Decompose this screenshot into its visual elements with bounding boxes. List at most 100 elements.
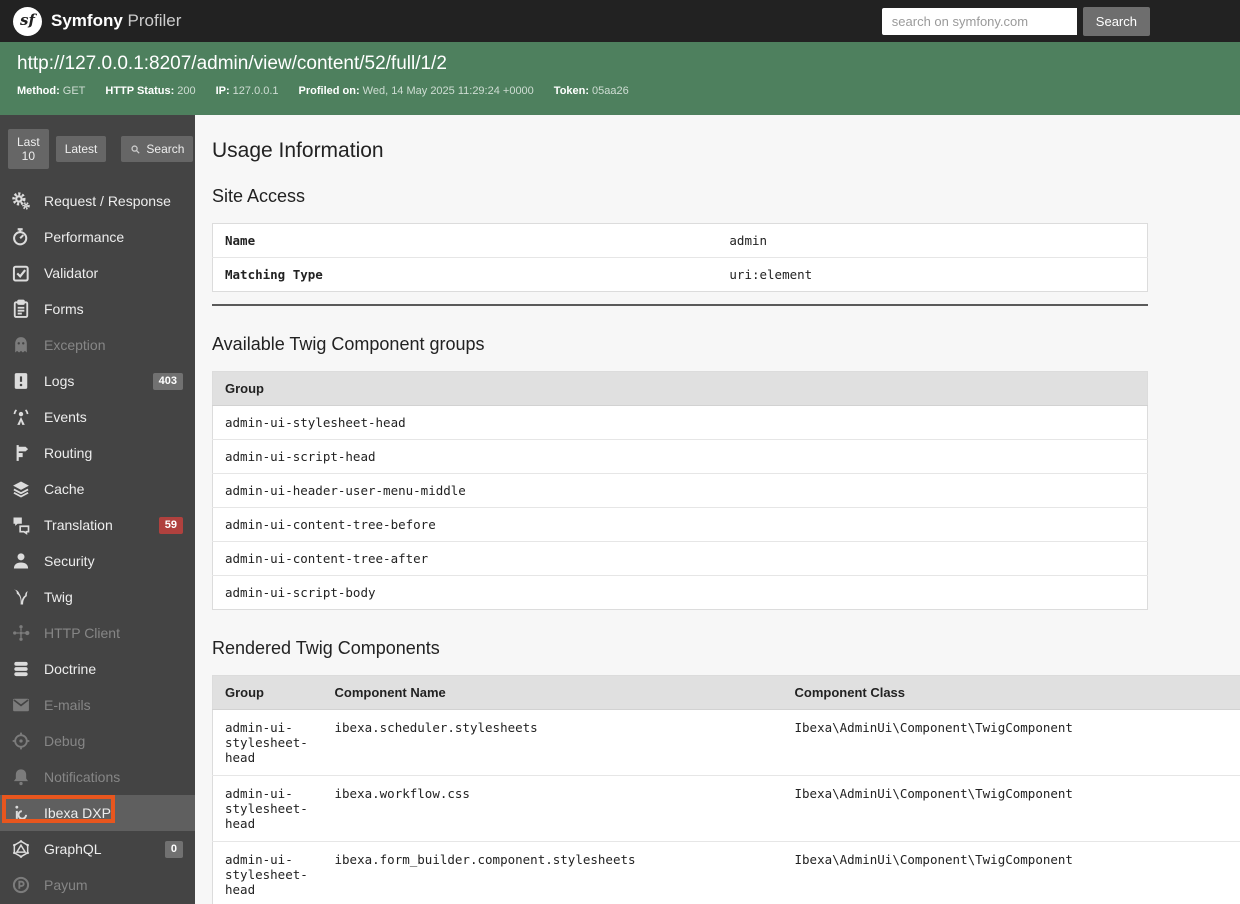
sidebar-item-label: Notifications [44, 769, 121, 785]
sidebar-item-http-client: HTTP Client [0, 615, 195, 651]
sidebar-item-label: Payum [44, 877, 88, 893]
table-row: Matching Type uri:element [212, 257, 1148, 292]
cell-component-class: Ibexa\AdminUi\Component\TwigComponent [794, 720, 1073, 735]
sidebar-item-label: Performance [44, 229, 125, 245]
sidebar-item-label: Twig [44, 589, 73, 605]
profiler-menu: Request / Response Performance Validator Fo… [0, 183, 195, 903]
table-row: admin-ui-script-body [212, 575, 1148, 610]
component-groups-table: Group admin-ui-stylesheet-head admin-ui-s… [212, 371, 1148, 610]
sidebar-item-routing[interactable]: Routing [0, 435, 195, 471]
cell-group: admin-ui-stylesheet-head [212, 775, 323, 842]
sidebar-item-label: E-mails [44, 697, 91, 713]
cell-component-name: ibexa.workflow.css [322, 775, 783, 842]
signpost-icon [10, 442, 32, 464]
cell-label: Matching Type [212, 257, 718, 292]
table-row: admin-ui-stylesheet-head ibexa.workflow.c… [212, 775, 1240, 842]
cell-label: Name [225, 233, 256, 248]
sidebar-item-graphql[interactable]: GraphQL 0 [0, 831, 195, 867]
latest-button[interactable]: Latest [55, 136, 107, 162]
database-icon [10, 658, 32, 680]
cell-group: admin-ui-content-tree-after [212, 541, 1148, 576]
sidebar-item-label: Doctrine [44, 661, 97, 677]
crosshair-icon [10, 730, 32, 752]
sidebar-search-label: Search [146, 142, 185, 156]
table-row: admin-ui-stylesheet-head ibexa.scheduler.… [213, 710, 1240, 776]
sidebar-item-logs[interactable]: Logs 403 [0, 363, 195, 399]
sidebar-item-notifications: Notifications [0, 759, 195, 795]
meta-label: Profiled on: [298, 85, 360, 97]
sidebar-item-translation[interactable]: Translation 59 [0, 507, 195, 543]
broadcast-icon [10, 406, 32, 428]
network-icon [10, 622, 32, 644]
ghost-icon [10, 334, 32, 356]
site-search: Search [881, 6, 1150, 36]
ibexa-icon [10, 802, 32, 824]
request-meta-item: HTTP Status: 200 [105, 85, 195, 97]
sidebar-item-label: HTTP Client [44, 625, 120, 641]
meta-label: IP: [215, 85, 230, 97]
column-header-component-name: Component Name [322, 675, 783, 710]
sidebar-item-label: Debug [44, 733, 86, 749]
sidebar-search-button[interactable]: Search [121, 136, 194, 162]
envelope-icon [10, 694, 32, 716]
sidebar: Last 10 Latest Search Request / Response… [0, 115, 195, 904]
sidebar-item-label: Translation [44, 517, 113, 533]
magnifier-icon [130, 144, 141, 155]
search-button[interactable]: Search [1082, 6, 1150, 36]
meta-value: 200 [177, 85, 196, 97]
cell-component-name: ibexa.scheduler.stylesheets [334, 720, 538, 735]
main-content: Usage Information Site Access Name admin M… [195, 115, 1240, 904]
sidebar-item-label: Exception [44, 337, 106, 353]
brand-name: Symfony [51, 11, 123, 30]
sidebar-item-e-mails: E-mails [0, 687, 195, 723]
column-header-group: Group [212, 675, 323, 710]
sidebar-item-cache[interactable]: Cache [0, 471, 195, 507]
cell-value: admin [729, 233, 768, 248]
meta-label: HTTP Status: [105, 85, 175, 97]
sidebar-item-forms[interactable]: Forms [0, 291, 195, 327]
sidebar-item-doctrine[interactable]: Doctrine [0, 651, 195, 687]
layers-icon [10, 478, 32, 500]
sidebar-item-ibexa-dxp[interactable]: Ibexa DXP [0, 795, 195, 831]
translation-icon [10, 514, 32, 536]
sidebar-item-exception: Exception [0, 327, 195, 363]
sidebar-item-label: Request / Response [44, 193, 171, 209]
sidebar-item-label: Logs [44, 373, 75, 389]
column-header-group: Group [212, 371, 1148, 406]
cell-value: uri:element [717, 257, 1148, 292]
table-row: Name admin [213, 224, 1148, 258]
table-row: admin-ui-stylesheet-head ibexa.form_build… [212, 841, 1240, 904]
stopwatch-icon [10, 226, 32, 248]
twig-icon [10, 586, 32, 608]
count-badge: 403 [152, 372, 183, 390]
search-input[interactable] [881, 7, 1077, 35]
page-title: Usage Information [212, 139, 384, 162]
request-banner: http://127.0.0.1:8207/admin/view/content… [0, 42, 1240, 115]
cell-group: admin-ui-stylesheet-head [225, 415, 406, 430]
count-badge: 59 [158, 516, 183, 534]
clipboard-icon [10, 298, 32, 320]
cell-group: admin-ui-header-user-menu-middle [212, 473, 1148, 508]
cell-component-name: ibexa.form_builder.component.stylesheets [322, 841, 783, 904]
graphql-icon [10, 838, 32, 860]
sidebar-item-label: Forms [44, 301, 84, 317]
sidebar-item-label: Events [44, 409, 87, 425]
section-divider [212, 304, 1148, 306]
count-badge: 0 [164, 840, 183, 858]
table-row: admin-ui-stylesheet-head [213, 406, 1148, 440]
last-10-button[interactable]: Last 10 [8, 129, 49, 169]
column-header-component-class: Component Class [782, 675, 1240, 710]
table-row: admin-ui-content-tree-after [212, 541, 1148, 576]
sidebar-item-performance[interactable]: Performance [0, 219, 195, 255]
sidebar-item-events[interactable]: Events [0, 399, 195, 435]
sidebar-item-security[interactable]: Security [0, 543, 195, 579]
sidebar-item-request-response[interactable]: Request / Response [0, 183, 195, 219]
site-access-heading: Site Access [212, 186, 306, 206]
sidebar-item-validator[interactable]: Validator [0, 255, 195, 291]
cell-component-class: Ibexa\AdminUi\Component\TwigComponent [782, 841, 1240, 904]
meta-value: 05aa26 [592, 85, 629, 97]
sidebar-item-twig[interactable]: Twig [0, 579, 195, 615]
table-row: admin-ui-script-head [212, 439, 1148, 474]
cell-group: admin-ui-script-head [212, 439, 1148, 474]
sidebar-item-payum: Payum [0, 867, 195, 903]
